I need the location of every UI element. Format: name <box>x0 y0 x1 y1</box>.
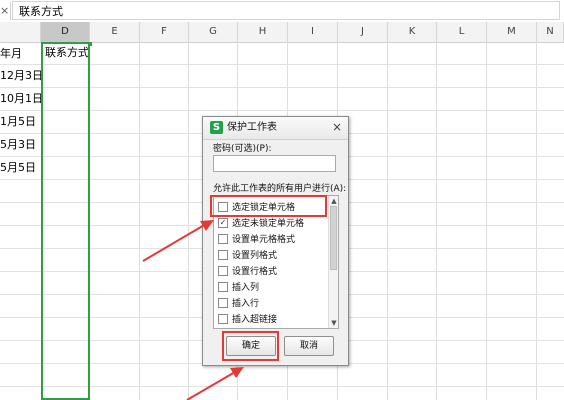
cell-c7[interactable]: 5月5日 <box>0 157 36 179</box>
permission-item-label: 插入超链接 <box>232 315 278 325</box>
cancel-entry-icon[interactable]: × <box>0 3 10 19</box>
column-header-i[interactable]: I <box>288 22 338 42</box>
arrow-to-ok-button-icon <box>186 367 244 400</box>
grid-line-vertical <box>436 42 437 400</box>
cancel-button[interactable]: 取消 <box>284 336 334 356</box>
column-header-f[interactable]: F <box>140 22 189 42</box>
grid-line-vertical <box>387 42 388 400</box>
checkbox-checked-icon[interactable]: ✓ <box>218 217 228 228</box>
formula-bar: × 联系方式 <box>0 0 564 23</box>
cell-c3[interactable]: 12月3日 <box>0 65 43 87</box>
checkbox-icon[interactable] <box>218 233 228 244</box>
column-header-n[interactable]: N <box>537 22 564 42</box>
permission-item-label: 设置单元格格式 <box>232 235 296 245</box>
scroll-down-icon[interactable]: ▼ <box>329 318 338 328</box>
ok-button-highlight <box>222 331 279 361</box>
permission-item-label: 插入行 <box>232 299 260 309</box>
column-header-g[interactable]: G <box>189 22 238 42</box>
column-header-h[interactable]: H <box>238 22 288 42</box>
cell-c6[interactable]: 5月3日 <box>0 134 36 156</box>
scroll-thumb[interactable] <box>330 206 337 270</box>
permission-item-label: 设置列格式 <box>232 251 278 261</box>
dialog-titlebar[interactable]: S 保护工作表 × <box>203 117 348 140</box>
formula-input[interactable]: 联系方式 <box>12 1 560 20</box>
grid-line-vertical <box>139 42 140 400</box>
permission-item-label: 插入列 <box>232 283 260 293</box>
cell-c2[interactable]: 年月 <box>0 43 22 65</box>
grid-line-vertical <box>188 42 189 400</box>
permission-item-label: 设置行格式 <box>232 267 278 277</box>
permission-item[interactable]: 删除列 <box>218 328 259 329</box>
column-header-e[interactable]: E <box>90 22 140 42</box>
checkbox-icon[interactable] <box>218 313 228 324</box>
checkbox-icon[interactable] <box>218 249 228 260</box>
column-header-j[interactable]: J <box>338 22 388 42</box>
permission-item[interactable]: 插入行 <box>218 296 259 312</box>
protect-sheet-dialog: S 保护工作表 × 密码(可选)(P): 允许此工作表的所有用户进行(A): 选… <box>202 116 349 366</box>
permission-item-label: 选定未锁定单元格 <box>232 219 305 229</box>
fill-handle[interactable] <box>88 42 92 46</box>
grid-line-vertical <box>536 42 537 400</box>
scrollbar[interactable]: ▲ ▼ <box>328 196 338 328</box>
password-input[interactable] <box>213 155 336 172</box>
wps-logo-icon: S <box>210 121 223 134</box>
permission-item[interactable]: 设置行格式 <box>218 264 277 280</box>
column-header-k[interactable]: K <box>388 22 437 42</box>
scroll-up-icon[interactable]: ▲ <box>329 196 338 206</box>
cell-c5[interactable]: 1月5日 <box>0 111 36 133</box>
permission-item[interactable]: 设置单元格格式 <box>218 232 295 248</box>
permission-item[interactable]: 插入超链接 <box>218 312 277 328</box>
close-icon[interactable]: × <box>329 119 345 135</box>
checkbox-icon[interactable] <box>218 281 228 292</box>
column-header-c-partial[interactable] <box>0 22 41 42</box>
column-header-m[interactable]: M <box>487 22 537 42</box>
column-selection-border <box>41 42 90 400</box>
checkbox-icon[interactable] <box>218 297 228 308</box>
permission-item[interactable]: 插入列 <box>218 280 259 296</box>
dialog-title: 保护工作表 <box>227 122 277 133</box>
cell-c4[interactable]: 10月1日 <box>0 88 43 110</box>
column-header-d[interactable]: D <box>41 22 90 42</box>
permission-item[interactable]: 设置列格式 <box>218 248 277 264</box>
checkbox-icon[interactable] <box>218 265 228 276</box>
grid-line-vertical <box>486 42 487 400</box>
permissions-label: 允许此工作表的所有用户进行(A): <box>213 184 347 194</box>
permission-item[interactable]: ✓ 选定未锁定单元格 <box>218 216 304 232</box>
first-item-highlight <box>210 195 327 217</box>
column-header-l[interactable]: L <box>437 22 487 42</box>
password-label: 密码(可选)(P): <box>213 144 272 154</box>
formula-bar-divider <box>10 2 11 20</box>
